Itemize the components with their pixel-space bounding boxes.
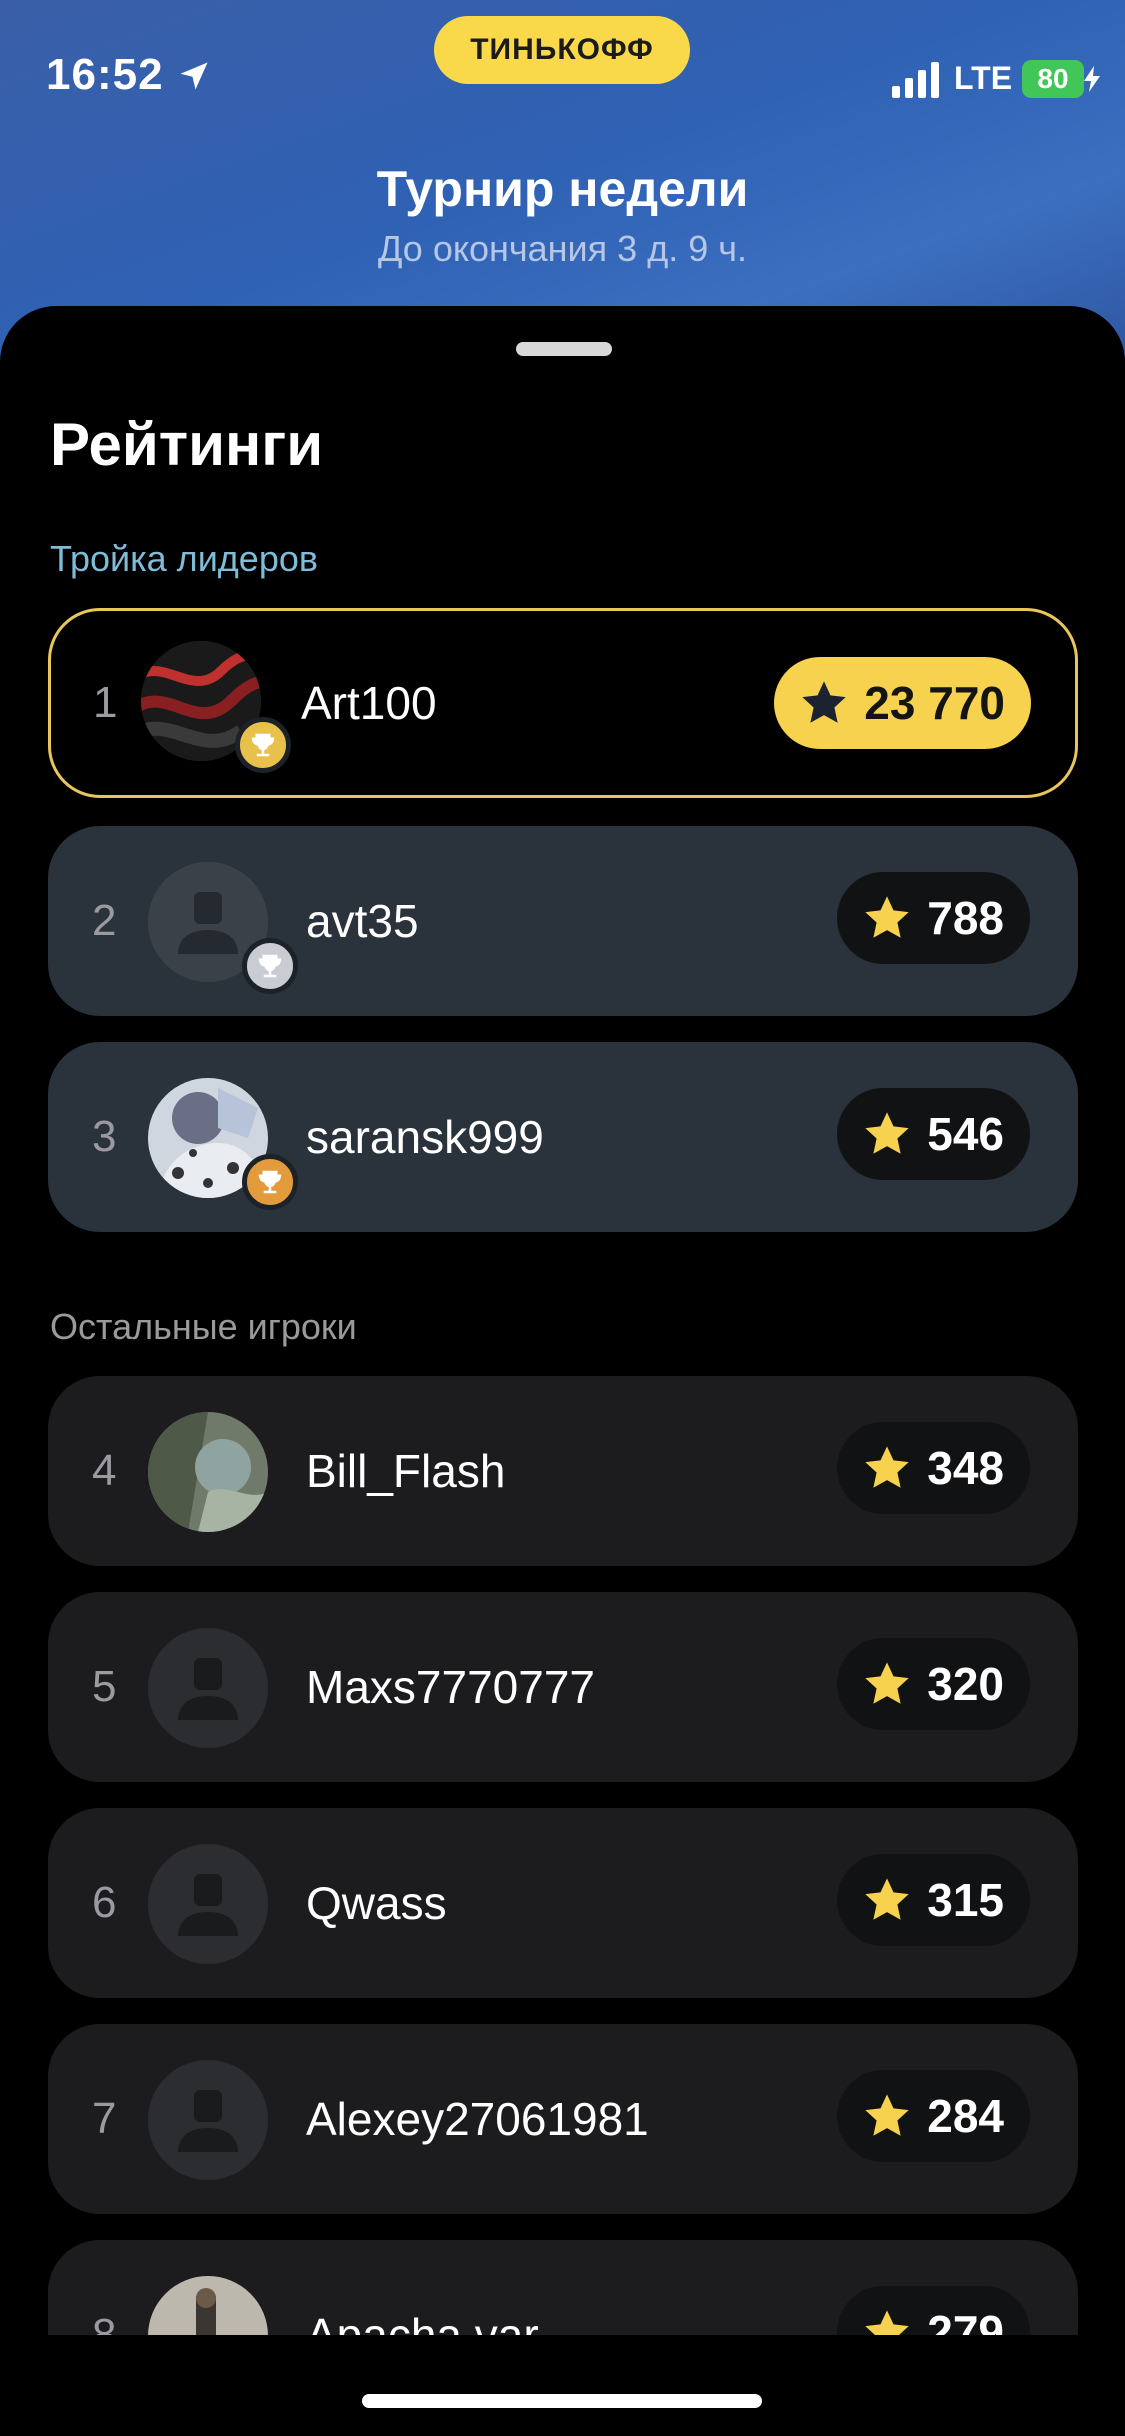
score-badge: 546 xyxy=(837,1088,1030,1180)
network-label: LTE xyxy=(954,60,1013,96)
player-name: saransk999 xyxy=(306,1111,544,1163)
user-placeholder-icon xyxy=(148,1844,268,1964)
rank-number: 3 xyxy=(92,1112,117,1161)
star-icon xyxy=(865,2094,909,2136)
score-value: 23 770 xyxy=(864,677,1005,729)
leader-row-3[interactable]: 3 saransk999 546 xyxy=(48,1042,1078,1232)
avatar xyxy=(148,1844,268,1964)
signal-icon xyxy=(892,62,939,98)
rank-number: 5 xyxy=(92,1662,117,1711)
sheet-grabber[interactable] xyxy=(516,342,612,356)
others-section-label: Остальные игроки xyxy=(50,1306,357,1347)
user-placeholder-icon xyxy=(148,1628,268,1748)
player-row-6[interactable]: 6 Qwass 315 xyxy=(48,1808,1078,1998)
player-row-5[interactable]: 5 Maxs7770777 320 xyxy=(48,1592,1078,1782)
star-icon xyxy=(865,896,909,938)
location-arrow-icon xyxy=(180,62,208,90)
tournament-countdown: До окончания 3 д. 9 ч. xyxy=(378,228,747,269)
trophy-icon xyxy=(235,717,291,773)
rank-number: 1 xyxy=(93,678,118,727)
score-badge: 788 xyxy=(837,872,1030,964)
star-icon xyxy=(865,1112,909,1154)
bottom-safe-area xyxy=(0,2335,1125,2436)
sheet-title: Рейтинги xyxy=(50,411,324,478)
tournament-title: Турнир недели xyxy=(376,161,749,217)
player-name: Art100 xyxy=(301,677,437,729)
rank-number: 4 xyxy=(92,1446,117,1495)
rank-number: 2 xyxy=(92,896,117,945)
star-icon xyxy=(865,1446,909,1488)
star-icon xyxy=(802,681,846,723)
score-badge: 284 xyxy=(837,2070,1030,2162)
player-name: Alexey27061981 xyxy=(306,2093,649,2145)
ratings-sheet: Рейтинги Тройка лидеров 1 Art100 23 770 … xyxy=(0,306,1125,2436)
rank-number: 7 xyxy=(92,2094,117,2143)
player-row-4[interactable]: 4 Bill_Flash 348 xyxy=(48,1376,1078,1566)
player-name: Maxs7770777 xyxy=(306,1661,595,1713)
rank-number: 6 xyxy=(92,1878,117,1927)
player-name: Qwass xyxy=(306,1877,447,1929)
brand-logo: ТИНЬКОФФ xyxy=(434,16,690,84)
score-value: 284 xyxy=(927,2090,1004,2142)
score-value: 320 xyxy=(927,1658,1004,1710)
score-badge: 315 xyxy=(837,1854,1030,1946)
avatar xyxy=(148,2060,268,2180)
avatar xyxy=(148,1628,268,1748)
player-name: avt35 xyxy=(306,895,419,947)
score-value: 546 xyxy=(927,1108,1004,1160)
player-row-7[interactable]: 7 Alexey27061981 284 xyxy=(48,2024,1078,2214)
score-badge: 348 xyxy=(837,1422,1030,1514)
score-badge: 320 xyxy=(837,1638,1030,1730)
player-name: Bill_Flash xyxy=(306,1445,506,1497)
score-value: 788 xyxy=(927,892,1004,944)
user-placeholder-icon xyxy=(148,2060,268,2180)
star-icon xyxy=(865,1878,909,1920)
leader-row-1[interactable]: 1 Art100 23 770 xyxy=(48,608,1078,798)
charging-bolt-icon xyxy=(1084,66,1100,92)
score-value: 315 xyxy=(927,1874,1004,1926)
star-icon xyxy=(865,1662,909,1704)
home-indicator[interactable] xyxy=(362,2394,762,2408)
status-time: 16:52 xyxy=(46,50,164,99)
score-badge: 23 770 xyxy=(774,657,1031,749)
battery-indicator: 80 xyxy=(1022,60,1084,98)
leader-row-2[interactable]: 2 avt35 788 xyxy=(48,826,1078,1016)
trophy-icon xyxy=(242,938,298,994)
score-value: 348 xyxy=(927,1442,1004,1494)
trophy-icon xyxy=(242,1154,298,1210)
status-bar: 16:52 ТИНЬКОФФ LTE 80 xyxy=(0,0,1125,160)
leaders-section-label: Тройка лидеров xyxy=(50,538,318,579)
avatar xyxy=(148,1412,268,1532)
